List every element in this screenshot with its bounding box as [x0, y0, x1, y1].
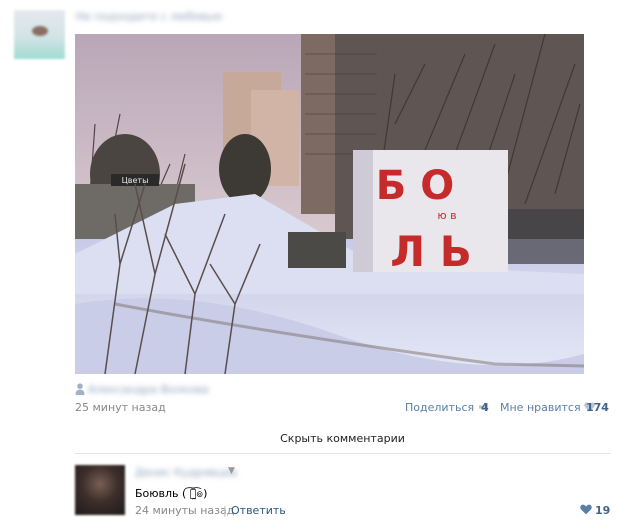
hide-comments-button[interactable]: Скрыть комментарии — [75, 432, 610, 445]
comment-text: Боювль ( ͡๏̯͡๏) — [135, 487, 208, 500]
person-icon — [75, 383, 85, 395]
sign-middle-letters: ю в — [437, 209, 456, 222]
separator: | — [223, 504, 227, 517]
share-count: 4 — [481, 401, 489, 414]
reply-button[interactable]: Ответить — [231, 504, 286, 517]
commenter-avatar[interactable] — [75, 465, 125, 515]
post-timestamp[interactable]: 25 минут назад — [75, 401, 166, 414]
commenter-name[interactable]: Денис Кудрявцев — [135, 466, 237, 479]
heart-icon — [580, 504, 592, 515]
shop-sign-text: Цветы — [122, 176, 149, 185]
comment-timestamp[interactable]: 24 минуты назад — [135, 504, 234, 517]
like-count: 174 — [586, 401, 609, 414]
share-button[interactable]: Поделиться — [405, 401, 490, 414]
like-label: Мне нравится — [500, 401, 581, 414]
share-label: Поделиться — [405, 401, 475, 414]
chevron-down-icon[interactable]: ▼ — [228, 466, 235, 476]
comment-like-count: 19 — [595, 504, 611, 517]
photo-author-name[interactable]: Александра Волкова — [88, 383, 209, 396]
sign-bottom-letters: Л Ь — [390, 227, 472, 276]
post-author-name[interactable]: Не подходите с любовью — [76, 10, 222, 23]
like-button[interactable]: Мне нравится — [500, 401, 595, 414]
post-photo[interactable]: Цветы Б О ю в Л Ь — [75, 34, 584, 374]
divider — [75, 453, 611, 454]
comment-like-button[interactable] — [580, 504, 592, 518]
post-author-avatar[interactable] — [14, 10, 65, 59]
sign-top-letters: Б О — [376, 163, 454, 209]
